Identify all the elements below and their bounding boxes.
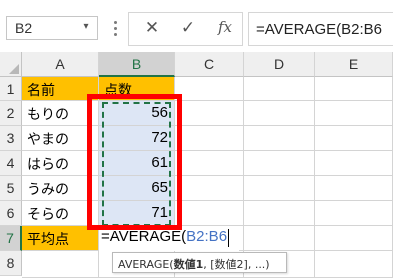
cell-c4[interactable] <box>175 151 244 176</box>
cell-e2[interactable] <box>315 101 393 126</box>
row-header-1[interactable]: 1 <box>0 77 22 101</box>
cell-d2[interactable] <box>244 101 315 126</box>
cell-e7[interactable] <box>315 226 393 251</box>
cell-d5[interactable] <box>244 176 315 201</box>
cell-c1[interactable] <box>175 77 244 101</box>
cell-e8[interactable] <box>315 251 393 278</box>
row-header-8[interactable]: 8 <box>0 251 22 276</box>
cell-e4[interactable] <box>315 151 393 176</box>
row-header-5[interactable]: 5 <box>0 176 22 201</box>
cell-e1[interactable] <box>315 77 393 101</box>
column-header-b[interactable]: B <box>99 52 175 77</box>
row-header-3[interactable]: 3 <box>0 126 22 151</box>
cell-d6[interactable] <box>244 201 315 226</box>
cell-c2[interactable] <box>175 101 244 126</box>
row-header-6[interactable]: 6 <box>0 201 22 226</box>
cell-e3[interactable] <box>315 126 393 151</box>
cell-d3[interactable] <box>244 126 315 151</box>
text-caret <box>228 229 229 247</box>
column-header-e[interactable]: E <box>315 52 393 77</box>
edit-function-text: =AVERAGE( <box>101 228 187 245</box>
tooltip-current-argument: 数値1 <box>173 258 204 271</box>
cell-a8[interactable] <box>22 251 99 278</box>
cell-d7[interactable] <box>244 226 315 251</box>
drag-handle-icon[interactable] <box>111 19 121 37</box>
insert-function-icon[interactable]: fx <box>214 17 236 37</box>
row-header-7[interactable]: 7 <box>0 226 22 251</box>
formula-input[interactable]: =AVERAGE(B2:B6 <box>248 12 393 46</box>
function-argument-tooltip: AVERAGE(数値1, [数値2], ...) <box>112 252 287 273</box>
tooltip-function-name[interactable]: AVERAGE( <box>118 258 174 271</box>
row-header-4[interactable]: 4 <box>0 151 22 176</box>
cell-c6[interactable] <box>175 201 244 226</box>
chevron-down-icon[interactable]: ▾ <box>80 21 92 33</box>
row-header-2[interactable]: 2 <box>0 101 22 126</box>
red-highlight-annotation <box>87 94 182 230</box>
column-header-d[interactable]: D <box>244 52 315 77</box>
cancel-icon[interactable]: ✕ <box>142 18 162 38</box>
column-header-c[interactable]: C <box>175 52 244 77</box>
cell-e6[interactable] <box>315 201 393 226</box>
cell-d1[interactable] <box>244 77 315 101</box>
cell-d4[interactable] <box>244 151 315 176</box>
enter-icon[interactable]: ✓ <box>178 18 198 38</box>
edit-range-reference: B2:B6 <box>186 228 228 245</box>
select-all-triangle-icon <box>9 64 19 74</box>
cell-e5[interactable] <box>315 176 393 201</box>
tooltip-remaining-arguments: , [数値2], ...) <box>203 258 270 271</box>
cell-c3[interactable] <box>175 126 244 151</box>
cell-c5[interactable] <box>175 176 244 201</box>
column-header-a[interactable]: A <box>22 52 99 77</box>
